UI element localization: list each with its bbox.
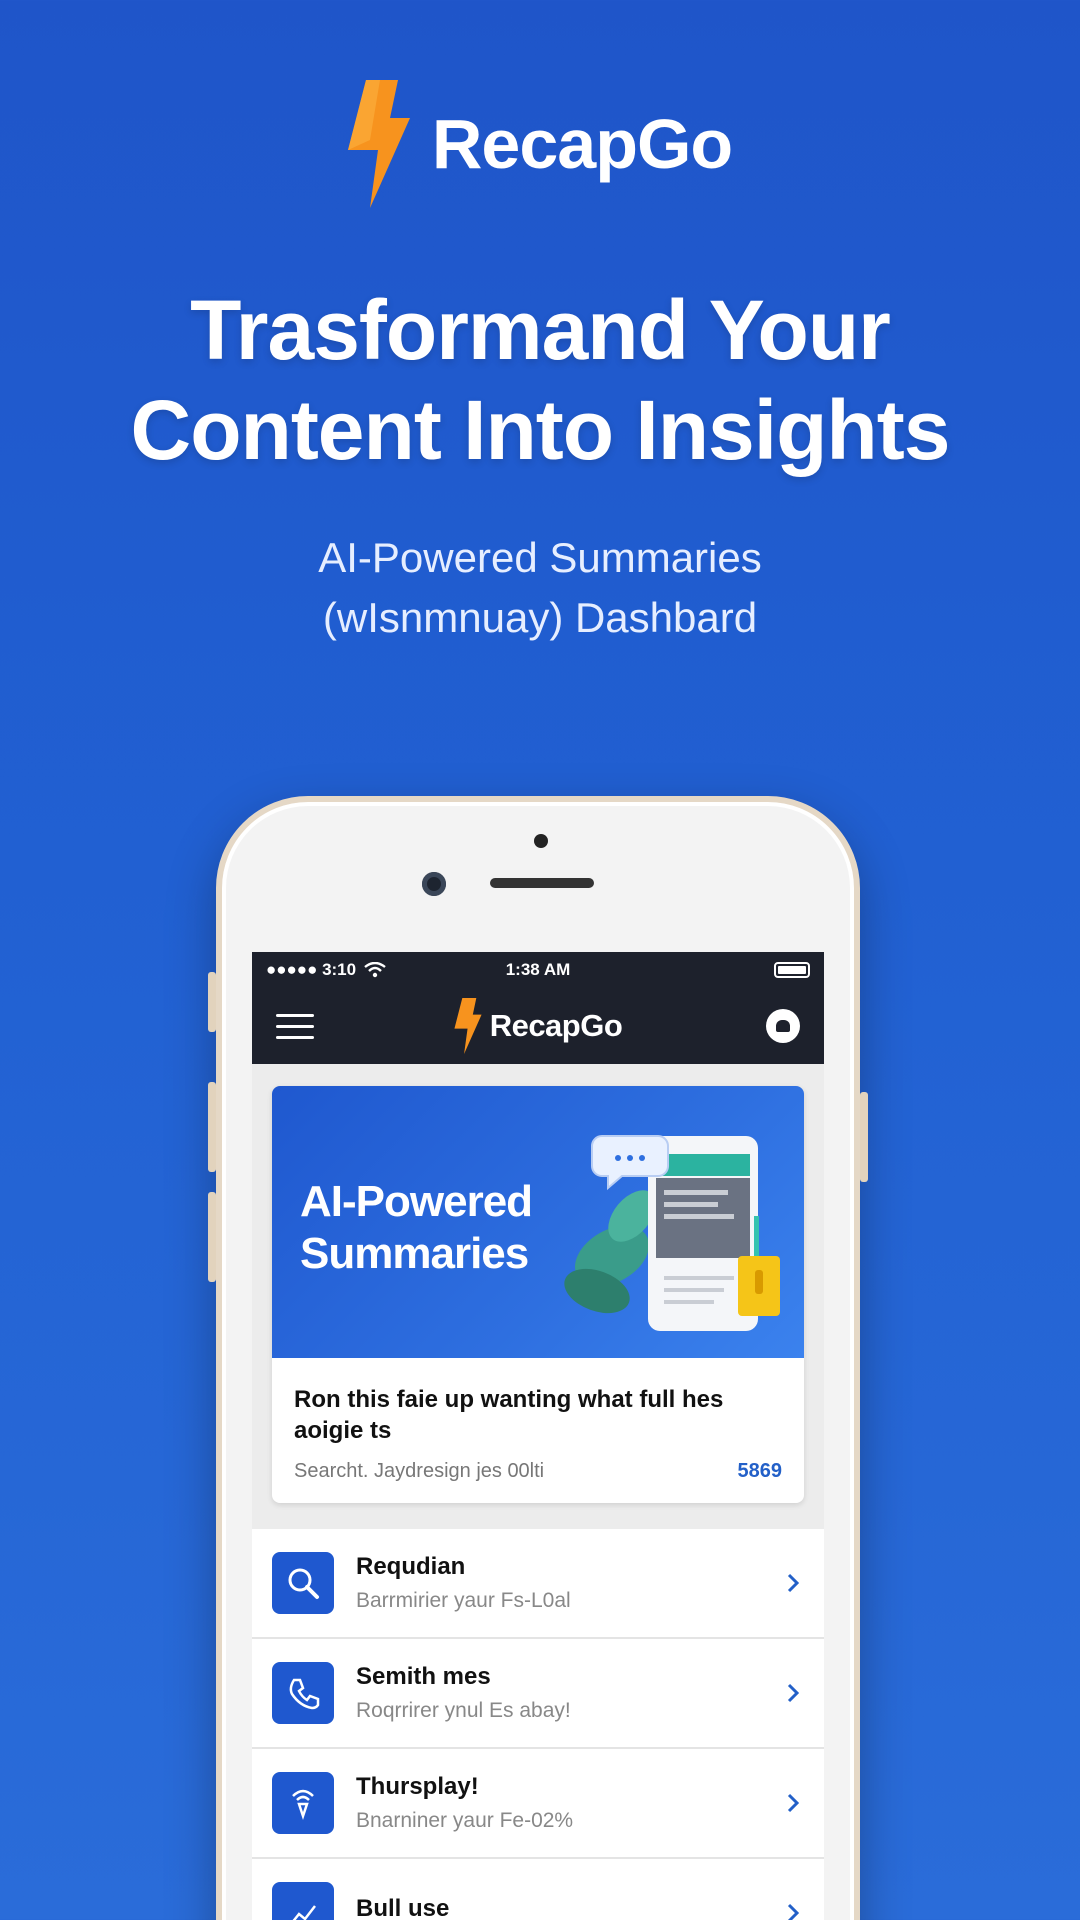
- phone-power-button: [860, 1092, 868, 1182]
- status-time: 1:38 AM: [505, 960, 571, 979]
- lightning-logo-icon: [454, 998, 482, 1054]
- chevron-right-icon: [787, 1903, 800, 1920]
- feature-card-subtitle: Searcht. Jaydresign jes 00lti: [294, 1460, 545, 1482]
- phone-screen: ●●●●● 3:10 1:38 AM RecapGo AI-Powered Su…: [252, 952, 824, 1920]
- search-magnify-icon: [288, 1568, 319, 1599]
- list-item-title: Semith mes: [356, 1663, 491, 1690]
- subheadline-line-2: (wIsnmnuay) Dashbard: [322, 594, 758, 641]
- chevron-right-icon: [787, 1793, 800, 1813]
- phone-speaker: [490, 878, 594, 888]
- list-item-icon-box: [272, 1882, 334, 1920]
- list-item[interactable]: Thursplay! Bnarniner yaur Fe-02%: [252, 1749, 824, 1859]
- feature-card-count: 5869: [737, 1460, 783, 1482]
- list-item-subtitle: Bnarniner yaur Fe-02%: [356, 1809, 574, 1832]
- signal-icon: [292, 1789, 314, 1820]
- feature-card-body: Ron this faie up wanting what full hes a…: [272, 1358, 804, 1503]
- app-brand: RecapGo: [252, 998, 824, 1054]
- feature-hero: AI-Powered Summaries: [272, 1086, 804, 1358]
- feature-card[interactable]: AI-Powered Summaries Ron this faie up wa…: [272, 1086, 804, 1503]
- list-item-icon-box: [272, 1662, 334, 1724]
- page-subheadline: AI-Powered Summaries (wIsnmnuay) Dashbar…: [0, 528, 1080, 648]
- phone-illustration-icon: [564, 1135, 780, 1331]
- phone-icon: [289, 1678, 320, 1710]
- list-item-title: Bull use: [356, 1895, 450, 1920]
- profile-icon[interactable]: [766, 1009, 800, 1043]
- app-brand-name: RecapGo: [489, 1008, 623, 1043]
- phone-mute-switch: [208, 972, 216, 1032]
- subheadline-line-1: AI-Powered Summaries: [318, 534, 762, 581]
- lightning-logo-icon: [347, 80, 410, 208]
- list-item[interactable]: Bull use: [252, 1859, 824, 1920]
- list-item[interactable]: Requdian Barrmirier yaur Fs-L0al: [252, 1529, 824, 1639]
- list-item-icon-box: [272, 1552, 334, 1614]
- list-item[interactable]: Semith mes Roqrrirer ynul Es abay!: [252, 1639, 824, 1749]
- headline-line-1: Trasformand Your: [190, 283, 891, 377]
- phone-mockup: ●●●●● 3:10 1:38 AM RecapGo AI-Powered Su…: [208, 796, 868, 1920]
- phone-volume-up: [208, 1082, 216, 1172]
- list-item-subtitle: Roqrrirer ynul Es abay!: [356, 1699, 571, 1722]
- feature-card-headline: Ron this faie up wanting what full hes a…: [294, 1386, 724, 1444]
- hero-title: AI-Powered Summaries: [300, 1177, 533, 1278]
- app-navbar: RecapGo: [252, 988, 824, 1064]
- phone-sensor: [534, 834, 548, 848]
- list-item-title: Thursplay!: [356, 1773, 479, 1800]
- chart-icon: [292, 1905, 316, 1920]
- summary-list: Requdian Barrmirier yaur Fs-L0al Semith …: [252, 1529, 824, 1920]
- chevron-right-icon: [787, 1573, 800, 1593]
- brand-name: RecapGo: [431, 105, 733, 183]
- chevron-right-icon: [787, 1683, 800, 1703]
- menu-icon[interactable]: [276, 1013, 314, 1039]
- list-item-icon-box: [272, 1772, 334, 1834]
- headline-line-2: Content Into Insights: [130, 383, 951, 477]
- status-bar: ●●●●● 3:10 1:38 AM: [252, 952, 824, 988]
- page-headline: Trasformand Your Content Into Insights: [0, 280, 1080, 480]
- list-item-subtitle: Barrmirier yaur Fs-L0al: [356, 1589, 571, 1612]
- brand-header: RecapGo: [0, 80, 1080, 208]
- phone-volume-down: [208, 1192, 216, 1282]
- phone-front-camera: [422, 872, 446, 896]
- list-item-title: Requdian: [356, 1553, 466, 1580]
